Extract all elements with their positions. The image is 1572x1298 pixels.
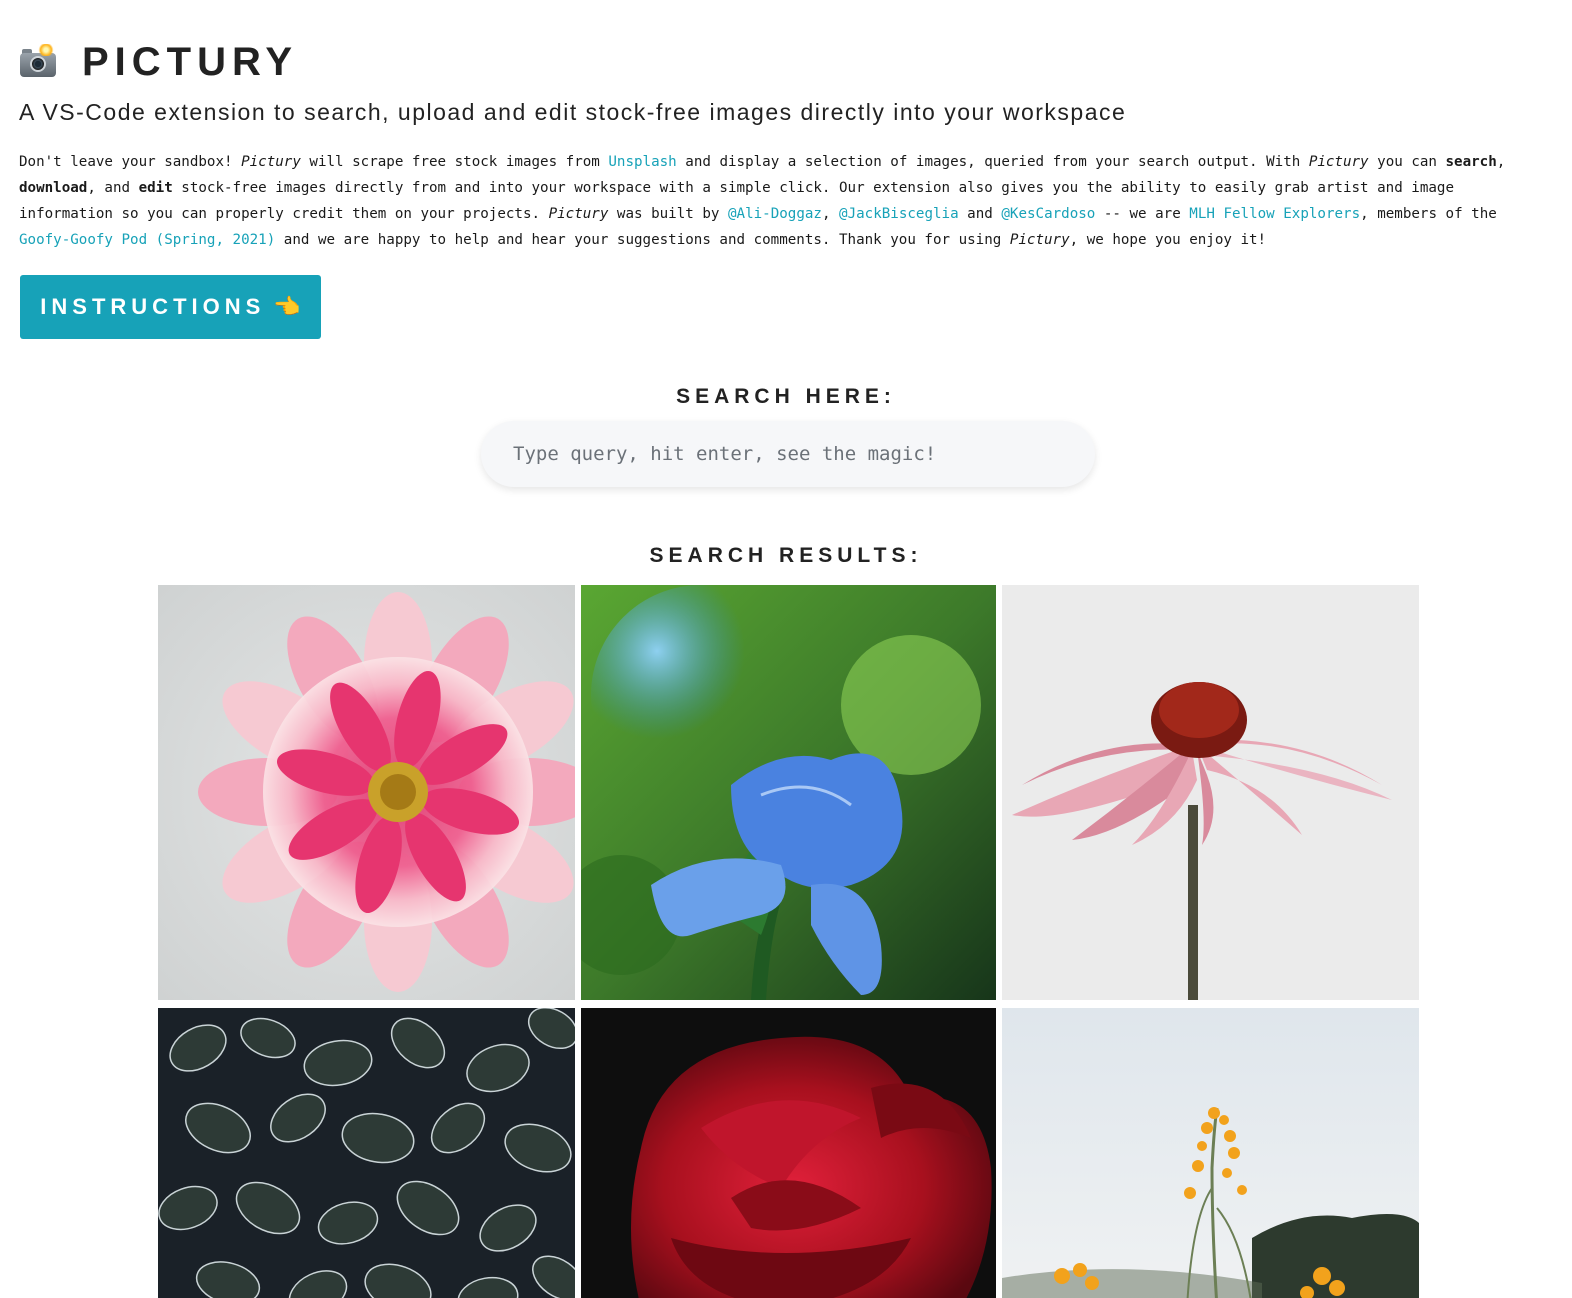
results-grid	[158, 585, 1419, 1298]
instructions-label: INSTRUCTIONS	[40, 294, 266, 319]
description-text: and	[958, 206, 1002, 222]
pink-coneflower-image[interactable]	[1002, 585, 1419, 1000]
app-subtitle: A VS-Code extension to search, upload an…	[19, 99, 1127, 125]
pictury-name: Pictury	[1308, 154, 1369, 170]
description-text: and we are happy to help and hear your s…	[275, 232, 1010, 248]
description-text: will scrape free stock images from	[300, 154, 609, 170]
app-title: PICTURY	[82, 40, 299, 84]
author-link-ali[interactable]: @Ali-Doggaz	[728, 206, 822, 222]
pictury-name: Pictury	[1009, 232, 1070, 248]
search-keyword: search	[1445, 154, 1497, 170]
description-text: you can	[1368, 154, 1446, 170]
blue-iris-image[interactable]	[581, 585, 996, 1000]
description-text: Don't leave your sandbox!	[19, 154, 242, 170]
pod-link[interactable]: Goofy-Goofy Pod (Spring, 2021)	[19, 232, 275, 248]
pictury-name: Pictury	[241, 154, 301, 170]
description-text: , members of the	[1360, 206, 1497, 222]
yellow-wildflower-image[interactable]	[1002, 1008, 1419, 1298]
description-text: was built by	[608, 206, 728, 222]
results-heading: SEARCH RESULTS:	[649, 544, 923, 567]
description-text: ,	[1496, 154, 1506, 170]
search-heading: SEARCH HERE:	[676, 385, 896, 408]
author-link-kes[interactable]: @KesCardoso	[1001, 206, 1095, 222]
unsplash-link[interactable]: Unsplash	[608, 154, 676, 170]
fittonia-leaves-image[interactable]	[158, 1008, 575, 1298]
mlh-fellow-link[interactable]: MLH Fellow Explorers	[1189, 206, 1360, 222]
pointing-hand-icon: 👈	[273, 294, 301, 319]
edit-keyword: edit	[138, 180, 173, 196]
search-input[interactable]	[481, 421, 1095, 487]
description-text: and display a selection of images, queri…	[676, 154, 1309, 170]
author-link-jack[interactable]: @JackBisceglia	[839, 206, 959, 222]
download-keyword: download	[19, 180, 88, 196]
pictury-name: Pictury	[548, 206, 609, 222]
instructions-button[interactable]: INSTRUCTIONS 👈	[20, 275, 321, 339]
camera-flash-icon	[18, 44, 58, 80]
title-row: PICTURY	[18, 38, 298, 86]
red-rose-image[interactable]	[581, 1008, 996, 1298]
description-text: ,	[821, 206, 840, 222]
description-text: , we hope you enjoy it!	[1069, 232, 1267, 248]
pink-dahlia-image[interactable]	[158, 585, 575, 1000]
description-text: , and	[87, 180, 139, 196]
description-text: -- we are	[1095, 206, 1190, 222]
description-paragraph: Don't leave your sandbox! Pictury will s…	[19, 149, 1554, 253]
page: PICTURY A VS-Code extension to search, u…	[0, 0, 1572, 1298]
